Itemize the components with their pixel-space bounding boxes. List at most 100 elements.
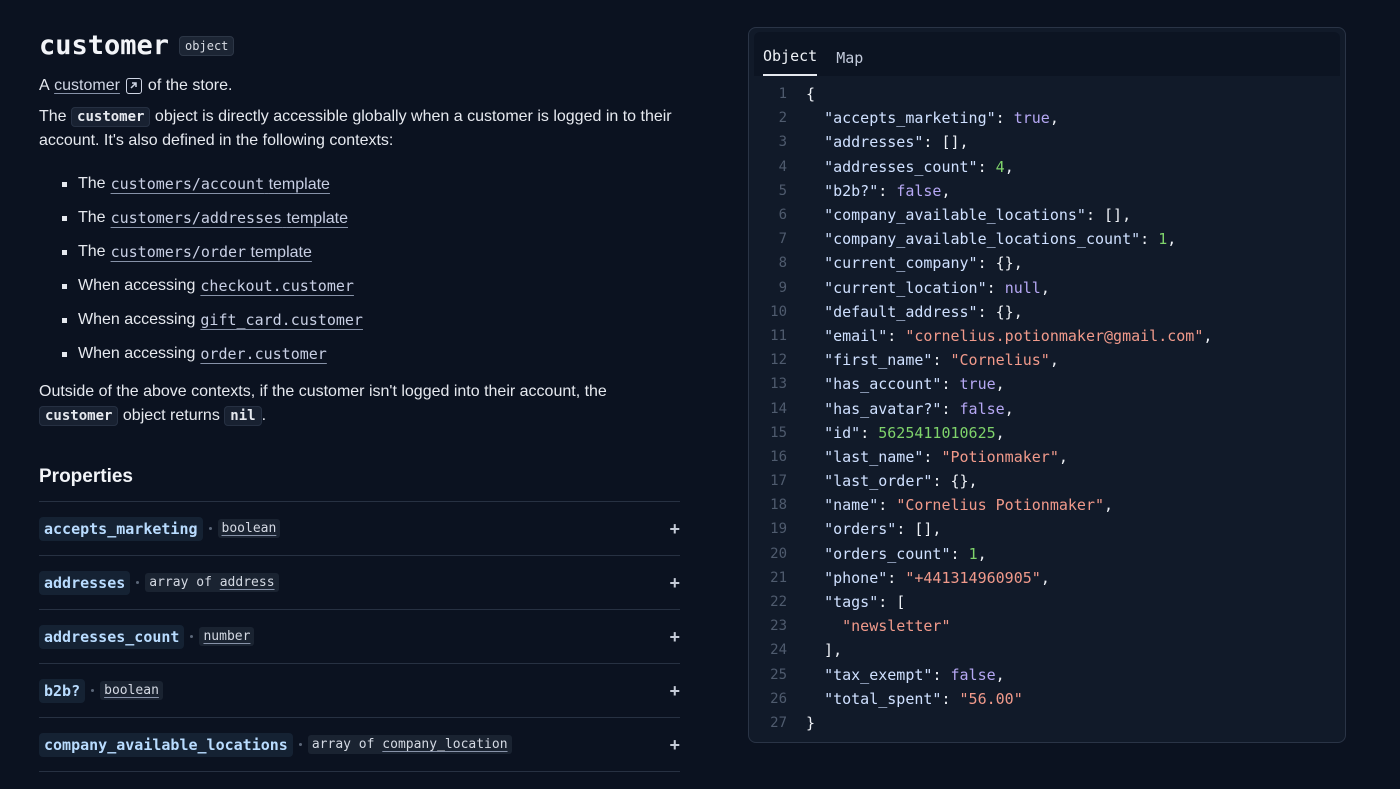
plus-icon[interactable]: +	[669, 681, 680, 702]
separator-dot	[136, 581, 140, 584]
plus-icon[interactable]: +	[669, 627, 680, 648]
code-line: 18 "name": "Cornelius Potionmaker",	[749, 493, 1345, 517]
line-number: 12	[770, 352, 787, 369]
context-item: When accessing gift_card.customer	[62, 303, 680, 337]
panel-tabs: Object Map	[754, 32, 1340, 76]
code-line: 22 "tags": [	[749, 590, 1345, 614]
code-text: "current_location": null,	[824, 278, 1050, 297]
context-link[interactable]: customers/addresses template	[111, 209, 348, 228]
code-line: 5 "b2b?": false,	[749, 179, 1345, 203]
customer-link[interactable]: customer	[54, 77, 120, 95]
property-name: addresses	[39, 570, 131, 595]
code-line: 14 "has_avatar?": false,	[749, 396, 1345, 420]
line-number: 5	[778, 182, 787, 199]
code-text: "phone": "+441314960905",	[824, 568, 1050, 587]
code-block: 1{2 "accepts_marketing": true, 3 "address…	[749, 76, 1345, 735]
type-link[interactable]: company_location	[382, 737, 507, 752]
inline-code-customer: customer	[71, 107, 151, 127]
context-link[interactable]: order.customer	[200, 345, 326, 364]
type-link[interactable]: boolean	[222, 521, 277, 536]
contexts-list: The customers/account template The custome…	[62, 167, 680, 371]
title-row: customer object	[39, 28, 680, 62]
code-text: "addresses": [],	[824, 133, 969, 152]
line-number: 19	[770, 521, 787, 538]
code-line: 1{	[749, 82, 1345, 106]
p2-before: Outside of the above contexts, if the cu…	[39, 383, 607, 400]
code-line: 21 "phone": "+441314960905",	[749, 566, 1345, 590]
code-line: 11 "email": "cornelius.potionmaker@gmail…	[749, 324, 1345, 348]
line-number: 21	[770, 569, 787, 586]
line-number: 27	[770, 714, 787, 731]
type-badge: object	[179, 36, 235, 56]
code-text: "name": "Cornelius Potionmaker",	[824, 496, 1114, 515]
context-link[interactable]: customers/order template	[111, 243, 312, 262]
plus-icon[interactable]: +	[669, 735, 680, 756]
property-type: number	[199, 627, 255, 646]
property-row-b2b[interactable]: b2b? boolean +	[39, 664, 680, 718]
code-line: 15 "id": 5625411010625,	[749, 421, 1345, 445]
code-text: "email": "cornelius.potionmaker@gmail.co…	[824, 326, 1213, 345]
line-number: 10	[770, 303, 787, 320]
line-number: 11	[770, 327, 787, 344]
line-number: 26	[770, 690, 787, 707]
line-number: 6	[778, 207, 787, 224]
code-line: 7 "company_available_locations_count": 1…	[749, 227, 1345, 251]
plus-icon[interactable]: +	[669, 519, 680, 540]
type-link[interactable]: boolean	[104, 683, 159, 698]
context-item: The customers/account template	[62, 167, 680, 201]
separator-dot	[91, 689, 95, 692]
code-text: ],	[806, 641, 843, 660]
code-text: "first_name": "Cornelius",	[824, 351, 1059, 370]
code-text: "accepts_marketing": true,	[824, 109, 1059, 128]
separator-dot	[208, 527, 212, 530]
line-number: 17	[770, 473, 787, 490]
properties-heading: Properties	[39, 466, 133, 487]
code-line: 10 "default_address": {},	[749, 300, 1345, 324]
line-number: 8	[778, 255, 787, 272]
code-line: 26 "total_spent": "56.00"	[749, 687, 1345, 711]
context-link[interactable]: customers/account template	[111, 175, 330, 194]
code-line: 20 "orders_count": 1,	[749, 542, 1345, 566]
code-line: 4 "addresses_count": 4,	[749, 155, 1345, 179]
line-number: 14	[770, 400, 787, 417]
code-text: "tax_exempt": false,	[824, 665, 1005, 684]
context-link[interactable]: checkout.customer	[200, 277, 354, 296]
intro-line: A customer of the store.	[39, 77, 680, 95]
property-row-addresses-count[interactable]: addresses_count number +	[39, 610, 680, 664]
line-number: 2	[778, 110, 787, 127]
code-line: 13 "has_account": true,	[749, 372, 1345, 396]
line-number: 22	[770, 594, 787, 611]
code-text: "current_company": {},	[824, 254, 1023, 273]
tab-map[interactable]: Map	[836, 38, 863, 76]
line-number: 3	[778, 134, 787, 151]
plus-icon[interactable]: +	[669, 573, 680, 594]
inline-code-nil: nil	[224, 406, 262, 426]
property-name: accepts_marketing	[39, 516, 203, 541]
line-number: 7	[778, 231, 787, 248]
line-number: 23	[770, 618, 787, 635]
line-number: 15	[770, 424, 787, 441]
line-number: 1	[778, 86, 787, 103]
code-text: "total_spent": "56.00"	[824, 689, 1023, 708]
property-row-accepts-marketing[interactable]: accepts_marketing boolean +	[39, 502, 680, 556]
line-number: 20	[770, 545, 787, 562]
code-line: 3 "addresses": [],	[749, 130, 1345, 154]
context-item: The customers/addresses template	[62, 201, 680, 235]
code-text: "default_address": {},	[824, 302, 1023, 321]
code-line: 24 ],	[749, 638, 1345, 662]
properties-list: accepts_marketing boolean + addresses ar…	[39, 501, 680, 772]
code-text: "b2b?": false,	[824, 181, 951, 200]
property-row-company-available-locations[interactable]: company_available_locations array of com…	[39, 718, 680, 772]
code-line: 27}	[749, 711, 1345, 735]
external-link-icon[interactable]	[125, 78, 142, 94]
context-link[interactable]: gift_card.customer	[200, 311, 363, 330]
property-row-addresses[interactable]: addresses array of address +	[39, 556, 680, 610]
code-text: "tags": [	[824, 593, 906, 612]
type-link[interactable]: number	[203, 629, 250, 644]
line-number: 18	[770, 497, 787, 514]
type-link[interactable]: address	[220, 575, 275, 590]
code-line: 2 "accepts_marketing": true,	[749, 106, 1345, 130]
line-number: 4	[778, 158, 787, 175]
code-text: "newsletter"	[842, 617, 951, 636]
tab-object[interactable]: Object	[763, 38, 818, 76]
